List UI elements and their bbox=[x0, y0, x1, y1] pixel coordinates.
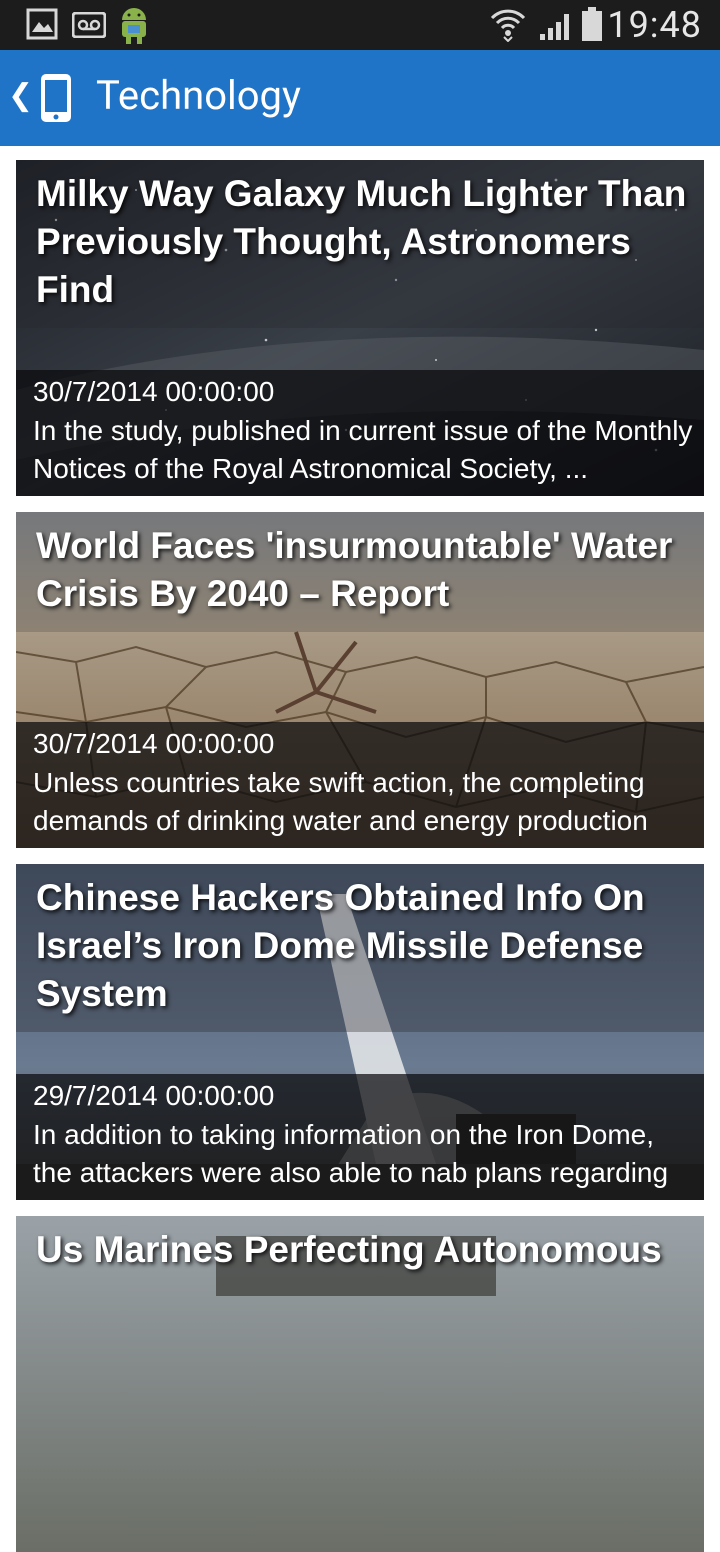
article-headline[interactable]: World Faces 'insurmountable' Water Crisi… bbox=[36, 522, 704, 618]
status-bar: 19:48 bbox=[0, 0, 720, 50]
android-notification-icon bbox=[116, 4, 152, 50]
article-card[interactable]: World Faces 'insurmountable' Water Crisi… bbox=[16, 512, 704, 848]
article-headline[interactable]: Us Marines Perfecting Autonomous bbox=[36, 1226, 704, 1274]
phone-device-icon[interactable] bbox=[38, 72, 74, 128]
action-bar: ❮ Technology bbox=[0, 50, 720, 146]
article-date: 30/7/2014 00:00:00 bbox=[33, 728, 275, 759]
article-headline[interactable]: Chinese Hackers Obtained Info On Israel’… bbox=[36, 874, 704, 1018]
article-card[interactable]: Chinese Hackers Obtained Info On Israel’… bbox=[16, 864, 704, 1200]
article-card[interactable]: Milky Way Galaxy Much Lighter Than Previ… bbox=[16, 160, 704, 496]
article-headline[interactable]: Milky Way Galaxy Much Lighter Than Previ… bbox=[36, 170, 704, 314]
signal-icon bbox=[538, 10, 574, 46]
status-time: 19:48 bbox=[607, 4, 702, 46]
article-card[interactable]: Us Marines Perfecting Autonomous bbox=[16, 1216, 704, 1552]
article-date: 30/7/2014 00:00:00 bbox=[33, 376, 275, 407]
article-summary: Unless countries take swift action, the … bbox=[33, 767, 648, 848]
voicemail-icon bbox=[71, 11, 107, 42]
article-summary: In addition to taking information on the… bbox=[33, 1119, 669, 1200]
back-chevron-icon[interactable]: ❮ bbox=[8, 78, 33, 113]
wifi-icon bbox=[490, 6, 526, 46]
screen-title: Technology bbox=[96, 72, 301, 119]
gallery-icon bbox=[26, 8, 58, 44]
article-date: 29/7/2014 00:00:00 bbox=[33, 1080, 275, 1111]
article-summary: In the study, published in current issue… bbox=[33, 415, 693, 484]
battery-icon bbox=[580, 6, 604, 46]
